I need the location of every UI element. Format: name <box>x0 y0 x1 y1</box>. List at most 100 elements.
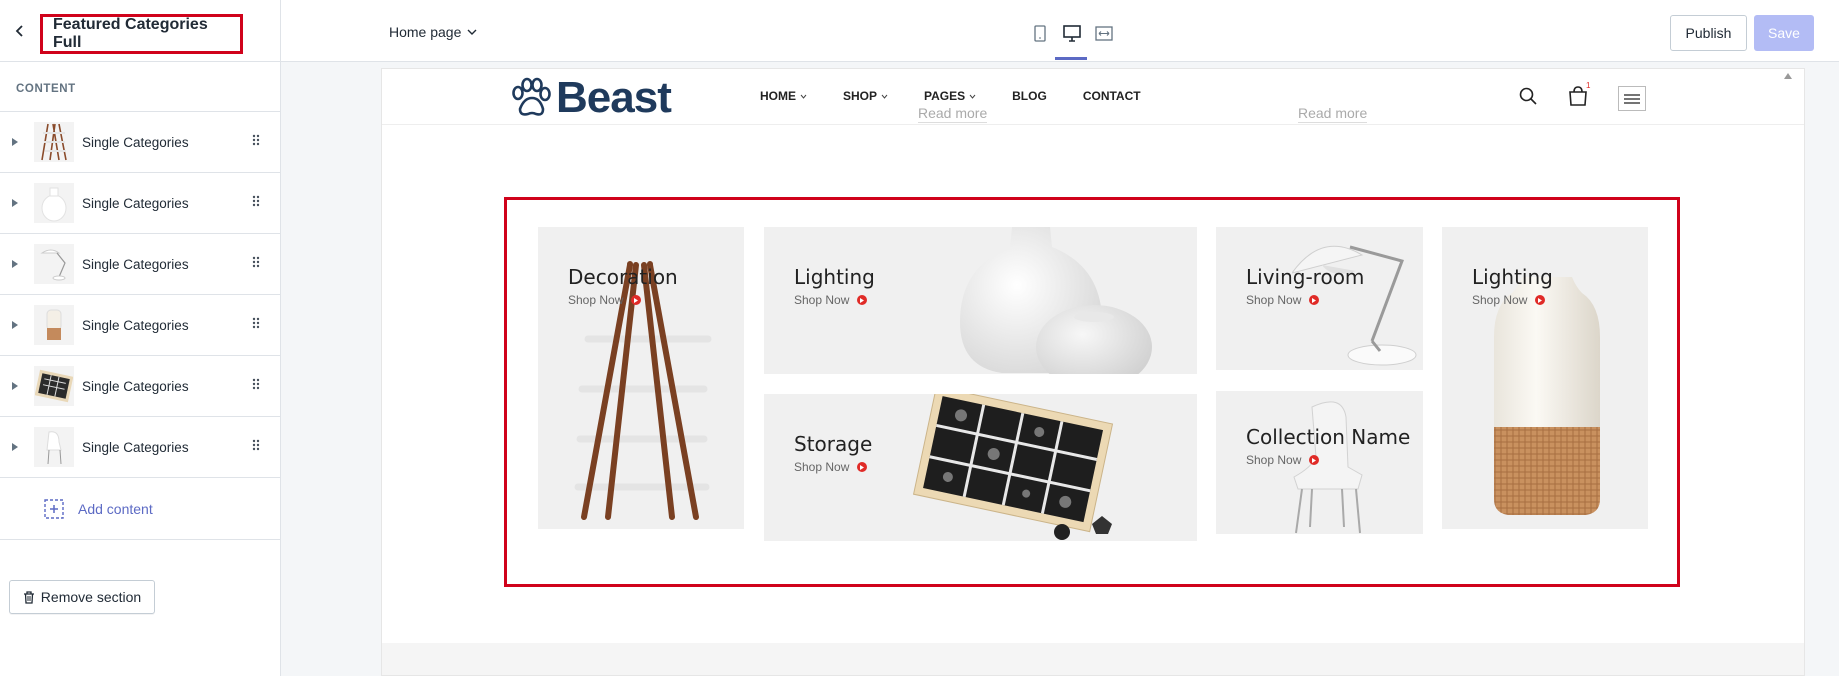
add-content-label: Add content <box>78 500 153 517</box>
category-title: Decoration <box>568 265 678 289</box>
shop-now-label: Shop Now <box>1246 293 1302 307</box>
nav-item-pages[interactable]: PAGES <box>924 89 976 103</box>
chevron-left-icon <box>15 24 23 37</box>
main-nav: HOME SHOP PAGES BLOG CONTACT <box>760 89 1141 103</box>
shop-now-link[interactable]: Shop Now <box>1246 453 1320 467</box>
remove-section-button[interactable]: Remove section <box>9 580 155 614</box>
thumbnail-white-chair <box>34 427 74 467</box>
drag-handle-icon[interactable] <box>252 378 260 390</box>
sidebar: Featured Categories Full CONTENT Single … <box>0 0 281 676</box>
add-content-button[interactable]: Add content <box>0 478 280 540</box>
hamburger-icon <box>1624 93 1640 104</box>
remove-section-label: Remove section <box>40 589 142 605</box>
category-card-lighting-ceramic[interactable]: Lighting Shop Now <box>1442 227 1648 529</box>
chevron-down-icon <box>969 94 976 99</box>
device-fullwidth-button[interactable] <box>1093 22 1115 44</box>
drag-handle-icon[interactable] <box>252 256 260 268</box>
theme-preview: Beast HOME SHOP PAGES BLOG CONTACT Read … <box>381 68 1805 676</box>
page-selector-label: Home page <box>389 24 462 40</box>
shop-now-label: Shop Now <box>1246 453 1302 467</box>
save-button[interactable]: Save <box>1754 15 1814 51</box>
chevron-down-icon <box>881 94 888 99</box>
sidebar-item-label: Single Categories <box>82 378 189 394</box>
thumbnail-white-vase <box>34 183 74 223</box>
nav-item-shop[interactable]: SHOP <box>843 89 888 103</box>
sidebar-item-single-categories[interactable]: Single Categories <box>0 112 280 173</box>
caret-right-icon[interactable] <box>12 199 18 207</box>
chevron-down-icon <box>467 29 477 35</box>
publish-button[interactable]: Publish <box>1670 15 1747 51</box>
menu-button[interactable] <box>1618 86 1646 111</box>
sidebar-item-single-categories[interactable]: Single Categories <box>0 417 280 478</box>
page-selector[interactable]: Home page <box>389 24 477 40</box>
search-icon[interactable] <box>1519 87 1537 105</box>
shop-now-link[interactable]: Shop Now <box>568 293 642 307</box>
sidebar-item-single-categories[interactable]: Single Categories <box>0 234 280 295</box>
shop-now-link[interactable]: Shop Now <box>794 293 868 307</box>
editor-topbar: Home page Publish Save <box>281 0 1839 62</box>
category-card-decoration[interactable]: Decoration Shop Now <box>538 227 744 529</box>
caret-right-icon[interactable] <box>12 443 18 451</box>
site-logo[interactable]: Beast <box>508 73 672 123</box>
nav-label: BLOG <box>1012 89 1047 103</box>
nav-label: SHOP <box>843 89 878 103</box>
nav-item-home[interactable]: HOME <box>760 89 807 103</box>
shop-now-label: Shop Now <box>794 293 850 307</box>
category-card-living-room[interactable]: Living-room Shop Now <box>1216 227 1423 370</box>
sidebar-item-single-categories[interactable]: Single Categories <box>0 356 280 417</box>
shop-now-link[interactable]: Shop Now <box>1472 293 1546 307</box>
sidebar-item-single-categories[interactable]: Single Categories <box>0 173 280 234</box>
active-device-indicator <box>1055 57 1087 60</box>
white-vases-image <box>960 227 1152 374</box>
cart-icon[interactable] <box>1568 85 1588 107</box>
drag-handle-icon[interactable] <box>252 134 260 146</box>
thumbnail-ladder-shelf <box>34 122 74 162</box>
thumbnail-storage-box <box>34 366 74 406</box>
category-card-collection[interactable]: Collection Name Shop Now <box>1216 391 1423 534</box>
storage-box-image <box>912 394 1114 540</box>
sidebar-item-label: Single Categories <box>82 317 189 333</box>
caret-right-icon[interactable] <box>12 260 18 268</box>
scroll-up-icon[interactable] <box>1784 73 1792 79</box>
device-mobile-button[interactable] <box>1029 22 1051 44</box>
arrow-right-icon <box>1535 295 1546 305</box>
category-title: Storage <box>794 432 873 456</box>
sidebar-item-label: Single Categories <box>82 195 189 211</box>
shop-now-link[interactable]: Shop Now <box>1246 293 1320 307</box>
caret-right-icon[interactable] <box>12 138 18 146</box>
drag-handle-icon[interactable] <box>252 195 260 207</box>
thumbnail-desk-lamp <box>34 244 74 284</box>
ceramic-vase-image <box>1494 277 1600 515</box>
shop-now-label: Shop Now <box>794 460 850 474</box>
sidebar-item-label: Single Categories <box>82 256 189 272</box>
section-title-highlight: Featured Categories Full <box>40 14 243 54</box>
arrow-right-icon <box>857 295 868 305</box>
read-more-link[interactable]: Read more <box>918 105 988 123</box>
read-more-link[interactable]: Read more <box>1298 105 1368 123</box>
category-card-storage[interactable]: Storage Shop Now <box>764 394 1197 541</box>
section-title: Featured Categories Full <box>53 16 208 51</box>
back-button[interactable] <box>0 11 40 51</box>
device-desktop-button[interactable] <box>1061 22 1083 44</box>
caret-right-icon[interactable] <box>12 321 18 329</box>
content-label: CONTENT <box>0 62 280 112</box>
shop-now-label: Shop Now <box>568 293 624 307</box>
nav-item-blog[interactable]: BLOG <box>1012 89 1047 103</box>
shop-now-label: Shop Now <box>1472 293 1528 307</box>
arrow-right-icon <box>1309 295 1320 305</box>
sidebar-item-single-categories[interactable]: Single Categories <box>0 295 280 356</box>
nav-label: HOME <box>760 89 796 103</box>
mobile-icon <box>1034 24 1046 42</box>
category-card-lighting-vases[interactable]: Lighting Shop Now <box>764 227 1197 374</box>
shop-now-link[interactable]: Shop Now <box>794 460 868 474</box>
nav-label: CONTACT <box>1082 89 1141 103</box>
caret-right-icon[interactable] <box>12 382 18 390</box>
drag-handle-icon[interactable] <box>252 439 260 451</box>
logo-text: Beast <box>556 73 672 122</box>
sidebar-header: Featured Categories Full <box>0 0 280 62</box>
nav-item-contact[interactable]: CONTACT <box>1083 89 1141 103</box>
add-block-icon <box>44 498 64 519</box>
sidebar-item-label: Single Categories <box>82 134 189 150</box>
device-switcher <box>1029 22 1115 44</box>
drag-handle-icon[interactable] <box>252 317 260 329</box>
